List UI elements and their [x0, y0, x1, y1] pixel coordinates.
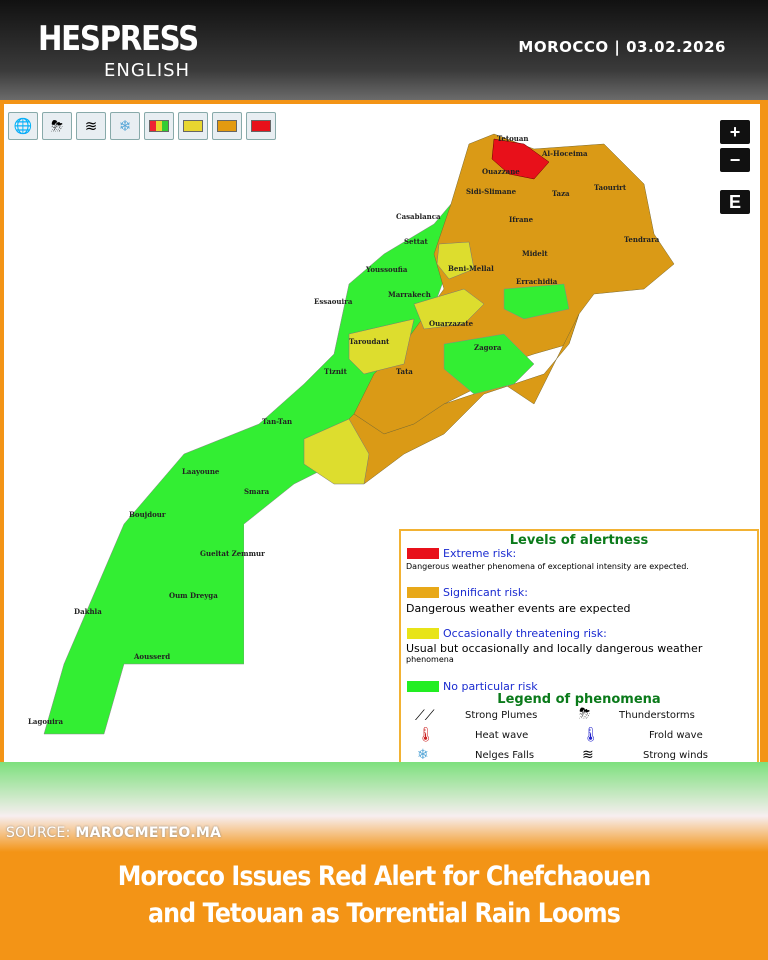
label-boujdour: Boujdour [129, 510, 166, 519]
heat-wave-label: Heat wave [475, 730, 529, 741]
strong-winds-label: Strong winds [643, 750, 708, 761]
label-tata: Tata [396, 367, 413, 376]
brand-name: HESPRESS [38, 19, 199, 59]
headline-line-2: and Tetouan as Torrential Rain Looms [147, 898, 621, 929]
phenomena-title: Legend of phenomena [497, 692, 661, 707]
thunderstorm-icon: ⛈ [579, 706, 591, 722]
legend-title: Levels of alertness [509, 533, 649, 548]
snowflake-icon: ❄ [417, 747, 429, 763]
significant-risk-desc: Dangerous weather events are expected [406, 602, 631, 615]
source-credit: SOURCE: MAROCMETEO.MA [6, 825, 222, 841]
label-gueltat-zemmur: Gueltat Zemmur [200, 549, 265, 558]
label-taza: Taza [552, 189, 570, 198]
source-prefix: SOURCE [6, 825, 66, 841]
significant-risk-swatch [407, 587, 439, 598]
occasional-risk-desc: Usual but occasionally and locally dange… [406, 642, 703, 655]
heat-thermometer-icon: 🌡 [417, 727, 435, 743]
label-sidi-slimane: Sidi-Slimane [466, 187, 517, 196]
label-oum-dreyga: Oum Dreyga [169, 591, 218, 600]
label-settat: Settat [404, 237, 429, 246]
map-e-button[interactable]: E [720, 190, 750, 214]
significant-risk-label: Significant risk: [443, 586, 528, 599]
label-errachidia: Errachidia [516, 277, 558, 286]
label-ouarzazate: Ouarzazate [429, 319, 474, 328]
label-taourirt: Taourirt [594, 183, 627, 192]
strong-plumes-label: Strong Plumes [465, 710, 538, 721]
label-aousserd: Aousserd [133, 652, 170, 661]
zoom-in-button[interactable]: + [720, 120, 750, 144]
nelges-falls-label: Nelges Falls [475, 750, 535, 761]
wind-icon: ≋ [582, 747, 594, 763]
extreme-risk-desc: Dangerous weather phenomena of exception… [406, 562, 689, 571]
label-marrakech: Marrakech [388, 290, 431, 299]
cold-thermometer-icon: 🌡 [582, 727, 600, 743]
thunderstorms-label: Thunderstorms [619, 710, 695, 721]
label-dakhla: Dakhla [74, 607, 102, 616]
label-zagora: Zagora [474, 343, 502, 352]
label-beni-mellal: Beni-Mellal [448, 264, 494, 273]
label-al-hoceima: Al-Hoceima [541, 149, 588, 158]
brand-edition: ENGLISH [104, 60, 191, 81]
label-tiznit: Tiznit [324, 367, 348, 376]
extreme-risk-swatch [407, 548, 439, 559]
label-smara: Smara [244, 487, 270, 496]
occasional-risk-label: Occasionally threatening risk: [443, 627, 607, 640]
occasional-risk-desc-2: phenomena [406, 655, 454, 664]
label-essaouira: Essaouira [314, 297, 353, 306]
label-tan-tan: Tan-Tan [262, 417, 292, 426]
strong-plumes-icon: ⟋⟋ [415, 708, 435, 724]
occasional-risk-swatch [407, 628, 439, 639]
label-lagouira: Lagouira [28, 717, 63, 726]
headline-line-1: Morocco Issues Red Alert for Chefchaouen [117, 861, 651, 892]
brand-logo: HESPRESS ENGLISH [38, 19, 224, 81]
alert-map[interactable]: 🌐 ⛈ ≋ ❄ Tetouan Al-Hoceima Ouazzane Sidi… [4, 100, 764, 766]
label-tendrara: Tendrara [624, 235, 660, 244]
headline: Morocco Issues Red Alert for Chefchaouen… [46, 858, 722, 932]
label-tetouan: Tetouan [497, 134, 528, 143]
zoom-out-button[interactable]: − [720, 148, 750, 172]
dateline: MOROCCO | 03.02.2026 [518, 38, 726, 56]
source-name: MAROCMETEO.MA [75, 825, 222, 841]
label-taroudant: Taroudant [349, 337, 390, 346]
no-risk-swatch [407, 681, 439, 692]
label-laayoune: Laayoune [182, 467, 220, 476]
label-youssoufia: Youssoufia [365, 265, 408, 274]
frold-wave-label: Frold wave [649, 730, 703, 741]
label-ifrane: Ifrane [509, 215, 534, 224]
label-ouazzane: Ouazzane [482, 167, 520, 176]
label-midelt: Midelt [522, 249, 548, 258]
alert-legend: Levels of alertness Extreme risk: Danger… [399, 529, 759, 765]
label-casablanca: Casablanca [396, 212, 441, 221]
extreme-risk-label: Extreme risk: [443, 547, 517, 560]
